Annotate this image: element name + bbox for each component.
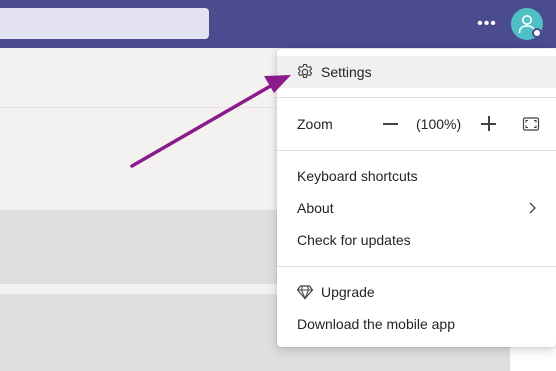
annotation-arrow: [130, 75, 291, 168]
